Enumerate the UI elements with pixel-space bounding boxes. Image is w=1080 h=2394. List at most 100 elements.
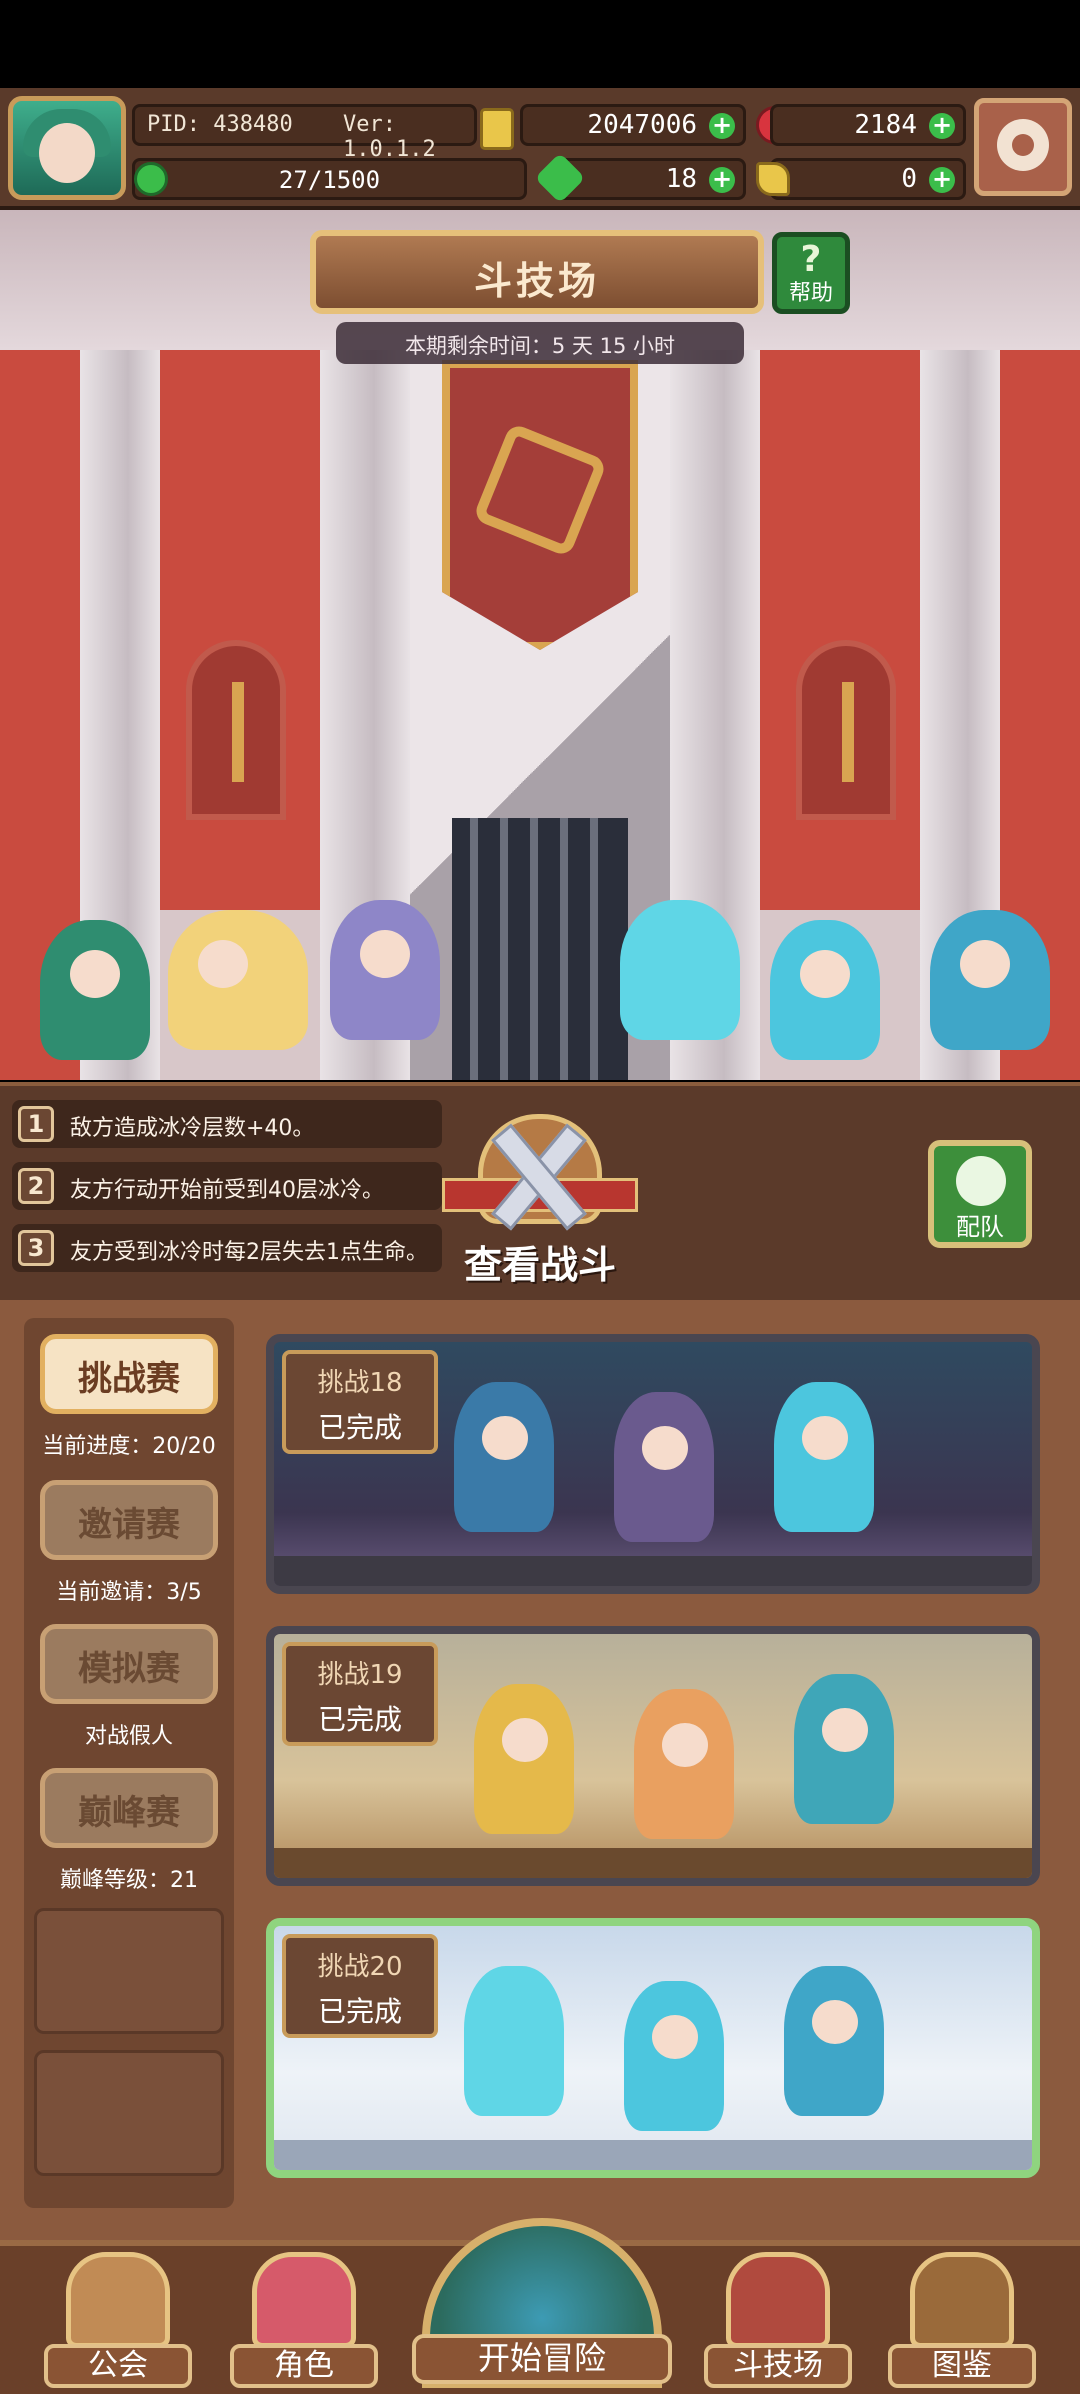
opponent-hero — [774, 1382, 874, 1532]
add-key-button[interactable]: + — [929, 167, 955, 193]
challenge-title: 挑战20 — [317, 1952, 403, 1982]
opponent-hero — [634, 1689, 734, 1839]
nav-label: 斗技场 — [704, 2344, 852, 2388]
opponent-hero — [454, 1382, 554, 1532]
arena-title: 斗技场 — [473, 259, 600, 303]
start-adventure-button[interactable]: 开始冒险 — [412, 2218, 672, 2388]
challenge-status: 已完成 — [317, 1411, 402, 1444]
tab-invitational[interactable]: 邀请赛 — [40, 1480, 218, 1560]
clover-amount: 18 — [665, 164, 697, 194]
ally-hero-3 — [330, 900, 440, 1040]
nav-label: 开始冒险 — [412, 2334, 672, 2384]
rule-text: 友方受到冰冷时每2层失去1点生命。 — [70, 1240, 428, 1265]
team-setup-button[interactable]: 配队 — [928, 1140, 1032, 1248]
left-inner-wall — [160, 350, 320, 910]
team-setup-label: 配队 — [956, 1213, 1004, 1241]
gem-counter: 2184 + — [770, 104, 966, 146]
player-avatar[interactable] — [8, 96, 126, 200]
nav-character[interactable]: 角色 — [230, 2244, 378, 2388]
peak-level: 巅峰等级：21 — [60, 1868, 198, 1893]
level-progress-text: 27/1500 — [278, 166, 381, 194]
season-time-remaining: 本期剩余时间：5 天 15 小时 — [404, 334, 676, 358]
key-amount: 0 — [901, 164, 917, 194]
ally-hero-2 — [168, 910, 308, 1050]
tab-label: 巅峰赛 — [78, 1793, 180, 1833]
opponent-hero — [624, 1981, 724, 2131]
challenge-card[interactable]: 挑战19 已完成 — [266, 1626, 1040, 1886]
simulation-subtitle: 对战假人 — [84, 1724, 173, 1749]
help-button[interactable]: ? 帮助 — [772, 232, 850, 314]
challenge-status: 已完成 — [317, 1703, 402, 1736]
stamina-leaf-icon — [134, 162, 168, 196]
enemy-ice-hero — [770, 920, 880, 1060]
tab-label: 模拟赛 — [78, 1649, 180, 1689]
avatar-face — [39, 123, 95, 183]
challenge-card[interactable]: 挑战18 已完成 — [266, 1334, 1040, 1594]
add-gems-button[interactable]: + — [929, 113, 955, 139]
book-icon — [910, 2252, 1014, 2348]
arena-title-plate: 斗技场 — [310, 230, 764, 314]
help-label: 帮助 — [788, 281, 833, 306]
opponent-hero — [474, 1684, 574, 1834]
season-timer: 本期剩余时间：5 天 15 小时 — [336, 322, 744, 364]
opponent-hero — [614, 1392, 714, 1542]
view-battle-button[interactable]: 查看战斗 — [442, 1114, 638, 1287]
nav-codex[interactable]: 图鉴 — [888, 2244, 1036, 2388]
player-info-bar: PID: 438480 Ver: 1.0.1.2 — [132, 104, 477, 162]
challenge-status: 已完成 — [317, 1995, 402, 2028]
nav-arena[interactable]: 斗技场 — [704, 2244, 852, 2388]
rule-item: 2 友方行动开始前受到40层冰冷。 — [12, 1162, 442, 1210]
gold-counter: 2047006 + — [520, 104, 746, 146]
player-id: PID: 438480 — [147, 112, 293, 137]
game-version: Ver: 1.0.1.2 — [343, 112, 436, 162]
settings-button[interactable] — [974, 98, 1072, 196]
guild-house-icon — [66, 2252, 170, 2348]
left-sword-niche — [186, 640, 286, 820]
opponent-hero — [794, 1674, 894, 1824]
opponent-hero — [464, 1966, 564, 2116]
rule-number: 1 — [18, 1106, 54, 1142]
sword-icon — [232, 682, 244, 782]
portcullis-gate — [452, 818, 628, 1080]
add-gold-button[interactable]: + — [709, 113, 735, 139]
rule-item: 3 友方受到冰冷时每2层失去1点生命。 — [12, 1224, 442, 1272]
gear-icon — [997, 119, 1049, 171]
sword-icon — [842, 682, 854, 782]
challenge-badge: 挑战18 已完成 — [282, 1350, 438, 1454]
ally-hero-1 — [40, 920, 150, 1060]
challenge-badge: 挑战20 已完成 — [282, 1934, 438, 2038]
question-mark-icon: ? — [800, 239, 822, 280]
banner-emblem — [472, 422, 608, 558]
tab-label: 挑战赛 — [78, 1359, 180, 1399]
challenge-title: 挑战18 — [317, 1368, 403, 1398]
right-inner-wall — [760, 350, 920, 910]
challenge-card-selected[interactable]: 挑战20 已完成 — [266, 1918, 1040, 2178]
nav-label: 公会 — [44, 2344, 192, 2388]
clover-counter: 18 + — [556, 158, 746, 200]
gold-amount: 2047006 — [587, 110, 697, 140]
opponent-hero — [784, 1966, 884, 2116]
tab-challenge[interactable]: 挑战赛 — [40, 1334, 218, 1414]
rule-number: 3 — [18, 1230, 54, 1266]
empty-mode-slot — [34, 2050, 224, 2176]
team-icon — [956, 1156, 1006, 1206]
golden-key-icon — [756, 162, 790, 196]
rule-text: 友方行动开始前受到40层冰冷。 — [70, 1178, 384, 1203]
nav-label: 角色 — [230, 2344, 378, 2388]
rule-item: 1 敌方造成冰冷层数+40。 — [12, 1100, 442, 1148]
challenge-progress: 当前进度：20/20 — [42, 1434, 216, 1459]
arena-banner — [442, 360, 638, 650]
view-battle-label: 查看战斗 — [463, 1243, 616, 1287]
character-portrait-icon — [252, 2252, 356, 2348]
rule-number: 2 — [18, 1168, 54, 1204]
tab-simulation[interactable]: 模拟赛 — [40, 1624, 218, 1704]
add-clover-button[interactable]: + — [709, 167, 735, 193]
invitation-count: 当前邀请：3/5 — [56, 1580, 202, 1605]
enemy-ice-spirit — [620, 900, 740, 1040]
empty-mode-slot — [34, 1908, 224, 2034]
tab-peak[interactable]: 巅峰赛 — [40, 1768, 218, 1848]
rule-text: 敌方造成冰冷层数+40。 — [70, 1116, 315, 1141]
nav-guild[interactable]: 公会 — [44, 2244, 192, 2388]
gem-amount: 2184 — [854, 110, 917, 140]
key-counter: 0 + — [770, 158, 966, 200]
